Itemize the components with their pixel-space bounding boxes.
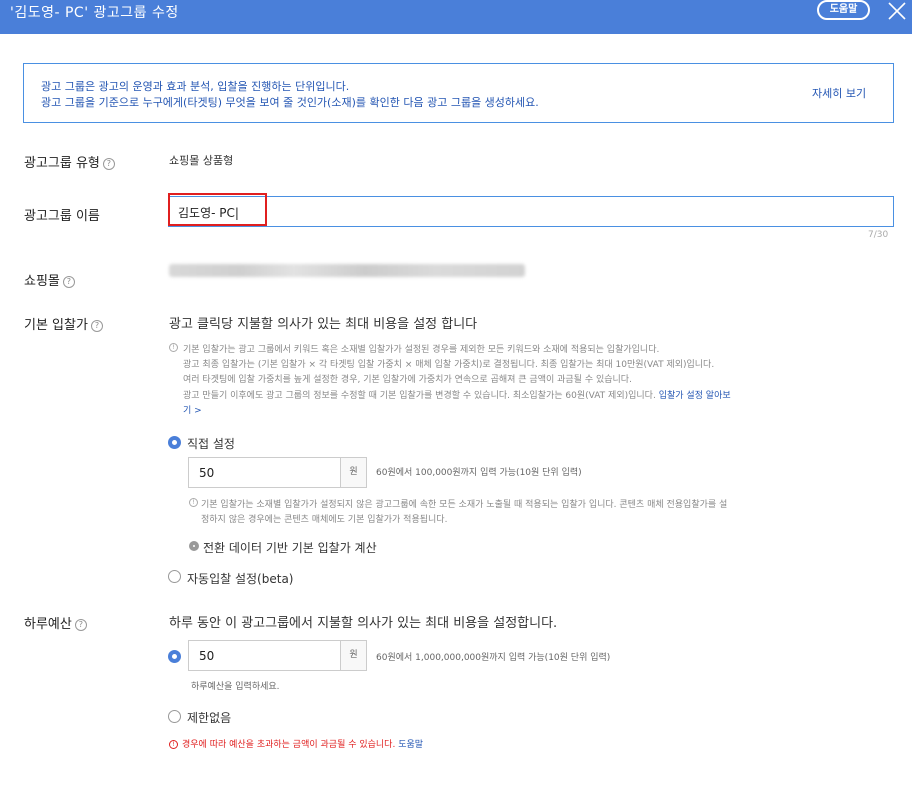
info-more-link[interactable]: 자세히 보기 xyxy=(812,85,866,101)
bid-description: 광고 클릭당 지불할 의사가 있는 최대 비용을 설정 합니다 xyxy=(169,317,478,332)
budget-range-hint: 60원에서 1,000,000,000원까지 입력 가능(10원 단위 입력) xyxy=(376,653,611,663)
unlimited-label: 제한없음 xyxy=(187,711,232,725)
close-icon xyxy=(888,2,906,20)
budget-amount-value: 50 xyxy=(199,649,215,663)
modal-title: '김도영- PC' 광고그룹 수정 xyxy=(10,5,179,21)
question-icon[interactable]: ? xyxy=(102,157,115,170)
info-box: 광고 그룹은 광고의 운영과 효과 분석, 입찰을 진행하는 단위입니다. 광고… xyxy=(23,63,894,123)
auto-bid-radio[interactable] xyxy=(168,570,181,583)
question-icon[interactable]: ? xyxy=(74,618,87,631)
bid-amount-input[interactable]: 50 xyxy=(188,457,341,488)
bid-range-hint: 60원에서 100,000원까지 입력 가능(10원 단위 입력) xyxy=(376,468,582,478)
bid-guide-link-cont[interactable]: 기 > xyxy=(183,403,202,416)
info-icon: ! xyxy=(189,498,198,507)
group-type-value: 쇼핑몰 상품형 xyxy=(169,154,234,167)
conversion-bid-label: 전환 데이터 기반 기본 입찰가 계산 xyxy=(203,541,377,555)
bid-note-4: 광고 만들기 이후에도 광고 그룹의 정보를 수정할 때 기본 입찰가를 변경할… xyxy=(183,391,731,401)
bid-note-3: 여러 타겟팅에 입찰 가중치를 높게 설정한 경우, 기본 입찰가에 가중치가 … xyxy=(183,375,632,385)
warning-icon: ! xyxy=(169,740,178,749)
help-button[interactable]: 도움말 xyxy=(817,0,870,20)
close-button[interactable] xyxy=(885,0,909,24)
direct-setting-radio[interactable] xyxy=(168,436,181,449)
question-icon[interactable]: ? xyxy=(62,275,75,288)
auto-bid-label: 자동입찰 설정(beta) xyxy=(187,572,294,586)
budget-label: 하루예산? xyxy=(24,613,87,632)
info-line-2: 광고 그룹을 기준으로 누구에게(타겟팅) 무엇을 보여 줄 것인가(소재)를 … xyxy=(41,96,539,109)
bid-note-2: 광고 최종 입찰가는 (기본 입찰가 × 각 타겟팅 입찰 가중치 × 매체 입… xyxy=(183,360,715,370)
shop-value-blurred xyxy=(169,264,525,277)
budget-amount-input[interactable]: 50 xyxy=(188,640,341,671)
budget-unit: 원 xyxy=(341,640,367,671)
direct-setting-label: 직접 설정 xyxy=(187,437,235,451)
group-name-value: 김도영- PC| xyxy=(178,206,239,220)
group-type-label: 광고그룹 유형? xyxy=(24,152,115,171)
modal-header: '김도영- PC' 광고그룹 수정 도움말 xyxy=(0,0,912,34)
question-icon[interactable]: ? xyxy=(90,319,103,332)
group-name-input[interactable] xyxy=(168,196,894,227)
shop-label: 쇼핑몰? xyxy=(24,270,75,289)
bid-unit: 원 xyxy=(341,457,367,488)
conversion-bid-radio[interactable] xyxy=(189,541,199,551)
bid-sub-note-2: 정하지 않은 경우에는 콘텐츠 매체에도 기본 입찰가가 적용됩니다. xyxy=(201,515,448,525)
budget-input-hint: 하루예산을 입력하세요. xyxy=(191,682,280,692)
budget-warning: ! 경우에 따라 예산을 초과하는 금액이 과금될 수 있습니다. 도움말 xyxy=(169,737,423,750)
info-icon: ! xyxy=(169,343,178,352)
char-counter: 7/30 xyxy=(868,230,889,240)
bid-note-1: 기본 입찰가는 광고 그룹에서 키워드 혹은 소재별 입찰가가 설정된 경우를 … xyxy=(183,345,660,355)
bid-amount-value: 50 xyxy=(199,466,215,480)
group-name-label: 광고그룹 이름 xyxy=(24,209,100,224)
budget-description: 하루 동안 이 광고그룹에서 지불할 의사가 있는 최대 비용을 설정합니다. xyxy=(169,616,558,631)
bid-label: 기본 입찰가? xyxy=(24,314,103,333)
budget-limit-radio[interactable] xyxy=(168,650,181,663)
info-line-1: 광고 그룹은 광고의 운영과 효과 분석, 입찰을 진행하는 단위입니다. xyxy=(41,80,350,93)
bid-guide-link[interactable]: 입찰가 설정 알아보 xyxy=(659,391,731,401)
unlimited-radio[interactable] xyxy=(168,710,181,723)
budget-help-link[interactable]: 도움말 xyxy=(398,740,423,750)
bid-sub-note-1: 기본 입찰가는 소재별 입찰가가 설정되지 않은 광고그룹에 속한 모든 소재가… xyxy=(201,500,728,510)
